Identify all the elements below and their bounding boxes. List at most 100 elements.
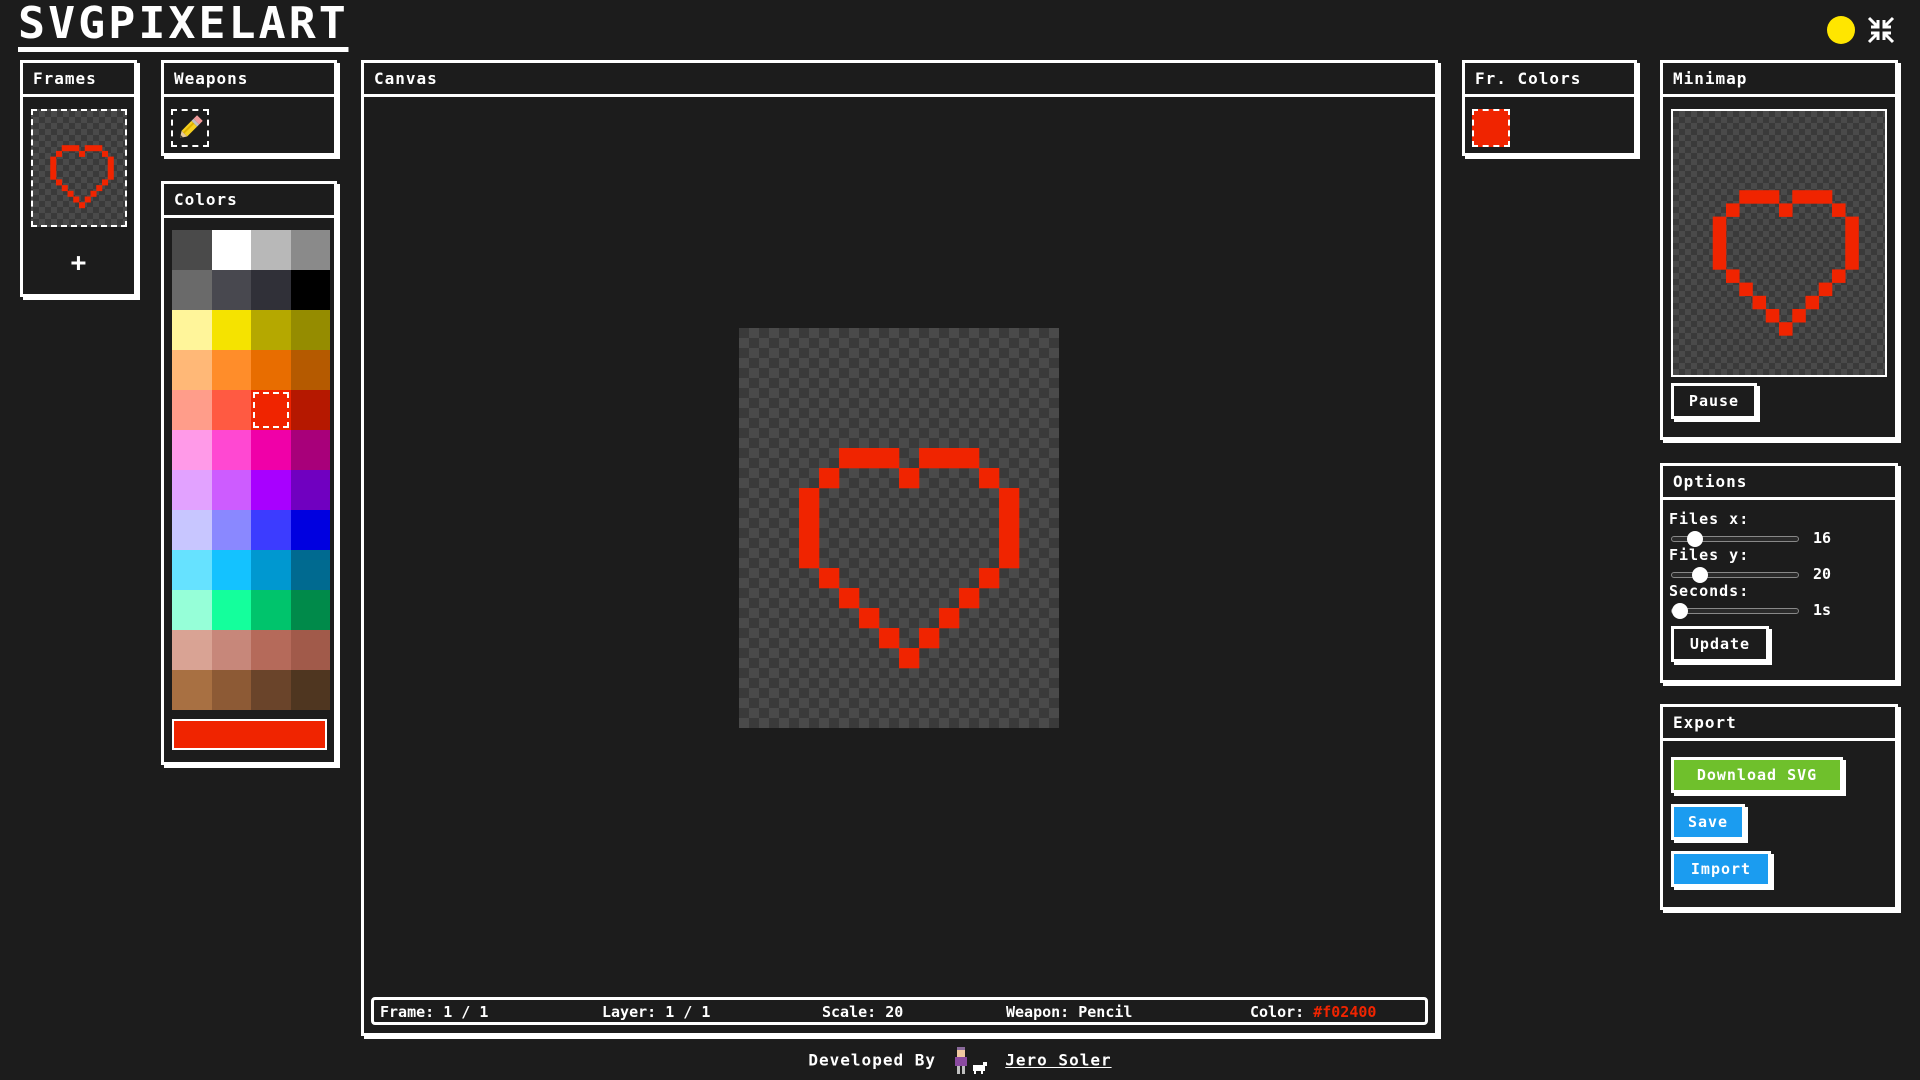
- art-pixel: [799, 528, 820, 549]
- status-scale: Scale: 20: [822, 1003, 903, 1021]
- download-svg-button[interactable]: Download SVG: [1671, 757, 1843, 793]
- files-y-slider[interactable]: [1671, 567, 1799, 583]
- weapons-title: Weapons: [164, 63, 334, 97]
- color-swatch[interactable]: [290, 350, 330, 390]
- color-swatch[interactable]: [251, 430, 291, 470]
- color-swatch[interactable]: [172, 350, 212, 390]
- color-swatch[interactable]: [251, 470, 291, 510]
- color-swatch[interactable]: [172, 270, 212, 310]
- color-swatch[interactable]: [251, 670, 291, 710]
- status-layer-label: Layer:: [602, 1003, 657, 1021]
- color-swatch[interactable]: [251, 270, 291, 310]
- color-swatch[interactable]: [211, 550, 251, 590]
- color-swatch[interactable]: [211, 310, 251, 350]
- color-swatch[interactable]: [251, 230, 291, 270]
- color-swatch[interactable]: [251, 390, 291, 430]
- update-button[interactable]: Update: [1671, 626, 1769, 662]
- import-button[interactable]: Import: [1671, 851, 1771, 887]
- color-swatch[interactable]: [290, 470, 330, 510]
- minimap-panel: Minimap Pause: [1660, 60, 1898, 440]
- status-frame: Frame: 1 / 1: [380, 1003, 488, 1021]
- color-swatch[interactable]: [251, 350, 291, 390]
- art-pixel: [102, 179, 109, 186]
- art-pixel: [919, 628, 940, 649]
- art-pixel: [979, 568, 1000, 589]
- color-swatch[interactable]: [172, 430, 212, 470]
- art-pixel: [1845, 216, 1859, 231]
- files-x-slider-thumb[interactable]: [1687, 531, 1703, 547]
- color-swatch[interactable]: [172, 670, 212, 710]
- color-swatch[interactable]: [251, 550, 291, 590]
- color-swatch[interactable]: [251, 590, 291, 630]
- color-swatch[interactable]: [172, 590, 212, 630]
- colors-title: Colors: [164, 184, 334, 218]
- color-swatch[interactable]: [172, 310, 212, 350]
- seconds-slider[interactable]: [1671, 603, 1799, 619]
- export-title: Export: [1663, 707, 1895, 741]
- color-swatch[interactable]: [290, 430, 330, 470]
- color-swatch[interactable]: [290, 510, 330, 550]
- seconds-slider-thumb[interactable]: [1672, 603, 1688, 619]
- pause-button[interactable]: Pause: [1671, 383, 1757, 419]
- color-swatch[interactable]: [172, 230, 212, 270]
- current-color-swatch: [172, 719, 327, 750]
- color-swatch[interactable]: [290, 550, 330, 590]
- color-swatch[interactable]: [290, 270, 330, 310]
- files-x-slider[interactable]: [1671, 531, 1799, 547]
- color-swatch[interactable]: [172, 470, 212, 510]
- art-pixel: [90, 190, 97, 197]
- color-swatch[interactable]: [211, 470, 251, 510]
- color-swatch[interactable]: [172, 630, 212, 670]
- color-swatch[interactable]: [211, 590, 251, 630]
- pencil-tool-button[interactable]: [171, 109, 209, 147]
- color-swatch[interactable]: [251, 510, 291, 550]
- art-pixel: [79, 202, 86, 209]
- color-swatch[interactable]: [211, 270, 251, 310]
- color-palette: [172, 230, 330, 710]
- art-pixel: [1818, 190, 1833, 204]
- canvas-title: Canvas: [364, 63, 1435, 97]
- status-weapon: Weapon: Pencil: [1006, 1003, 1132, 1021]
- color-swatch[interactable]: [211, 430, 251, 470]
- color-swatch[interactable]: [211, 630, 251, 670]
- art-pixel: [999, 488, 1020, 509]
- art-pixel: [1818, 282, 1833, 297]
- art-pixel: [819, 468, 840, 489]
- author-link[interactable]: Jero Soler: [1005, 1051, 1111, 1070]
- add-frame-button[interactable]: +: [23, 248, 134, 278]
- color-swatch[interactable]: [290, 590, 330, 630]
- save-button[interactable]: Save: [1671, 804, 1745, 840]
- options-panel: Options Files x: 16 Files y: 20 Seconds:…: [1660, 463, 1898, 683]
- color-swatch[interactable]: [211, 670, 251, 710]
- seconds-value: 1s: [1813, 601, 1832, 619]
- exit-fullscreen-icon[interactable]: [1866, 15, 1896, 45]
- color-swatch[interactable]: [251, 310, 291, 350]
- color-swatch[interactable]: [290, 310, 330, 350]
- files-y-slider-thumb[interactable]: [1692, 567, 1708, 583]
- color-swatch[interactable]: [290, 230, 330, 270]
- art-pixel: [73, 196, 80, 203]
- art-pixel: [96, 185, 103, 192]
- color-swatch[interactable]: [211, 350, 251, 390]
- drawing-canvas[interactable]: [739, 328, 1059, 728]
- art-pixel: [107, 168, 114, 174]
- app-logo: SVGPIXELART: [18, 2, 349, 52]
- color-swatch[interactable]: [290, 670, 330, 710]
- canvas-panel: Canvas Frame: 1 / 1 Layer: 1 / 1 Scale: …: [361, 60, 1438, 1036]
- color-swatch[interactable]: [211, 510, 251, 550]
- art-pixel: [107, 156, 114, 163]
- art-pixel: [1726, 269, 1740, 283]
- color-swatch[interactable]: [251, 630, 291, 670]
- color-swatch[interactable]: [172, 390, 212, 430]
- sun-icon[interactable]: [1827, 16, 1855, 44]
- color-swatch[interactable]: [211, 390, 251, 430]
- color-swatch[interactable]: [172, 510, 212, 550]
- color-swatch[interactable]: [290, 390, 330, 430]
- art-pixel: [107, 162, 114, 169]
- color-swatch[interactable]: [290, 630, 330, 670]
- color-swatch[interactable]: [172, 550, 212, 590]
- frame-thumbnail[interactable]: [31, 109, 127, 227]
- status-layer-value: 1 / 1: [665, 1003, 711, 1021]
- frame-color-swatch[interactable]: [1472, 109, 1510, 147]
- color-swatch[interactable]: [211, 230, 251, 270]
